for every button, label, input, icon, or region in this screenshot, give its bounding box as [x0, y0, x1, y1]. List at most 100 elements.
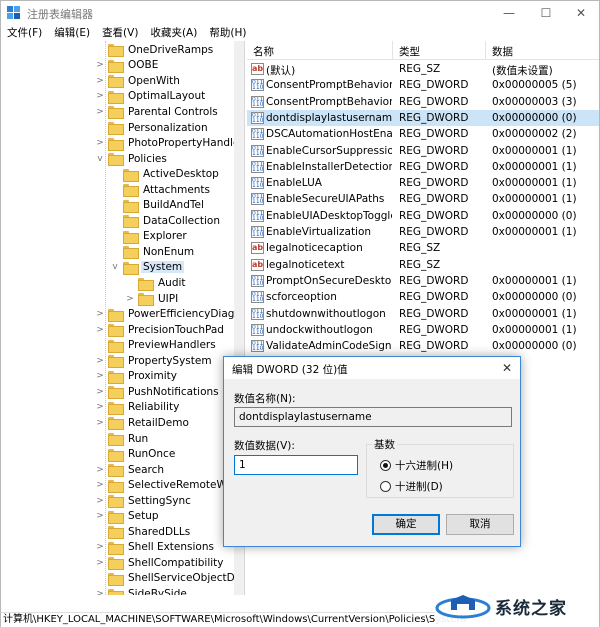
- maximize-button[interactable]: ☐: [528, 1, 564, 25]
- value-row[interactable]: 011 110 PromptOnSecureDesktop REG_DWORD 0x0…: [247, 273, 599, 289]
- value-row[interactable]: 011 110 undockwithoutlogon REG_DWORD 0x0000…: [247, 322, 599, 338]
- value-row[interactable]: 011 110DSCAutomationHostEnabl... REG_DWOR…: [247, 126, 599, 142]
- tree-item[interactable]: > PushNotifications: [95, 384, 221, 400]
- tree-item[interactable]: > Search: [95, 462, 166, 478]
- expand-chevron-icon[interactable]: >: [95, 402, 105, 412]
- tree-item[interactable]: Personalization: [95, 120, 210, 136]
- registry-editor-window: 注册表编辑器 — ☐ ✕ 文件(F) 编辑(E) 查看(V) 收藏夹(A) 帮助…: [0, 0, 600, 627]
- expand-chevron-icon[interactable]: >: [95, 480, 105, 490]
- expand-chevron-icon[interactable]: >: [95, 138, 105, 148]
- tree-item[interactable]: NonEnum: [110, 244, 196, 260]
- folder-icon: [108, 355, 124, 369]
- value-row[interactable]: 011 110 EnableInstallerDetection REG_DWORD…: [247, 159, 599, 175]
- expand-chevron-icon[interactable]: >: [95, 418, 105, 428]
- tree-item[interactable]: > RetailDemo: [95, 415, 191, 431]
- expand-chevron-icon[interactable]: >: [95, 91, 105, 101]
- value-row[interactable]: 011 110ConsentPromptBehaviorU... REG_DWOR…: [247, 94, 599, 110]
- tree-item[interactable]: ActiveDesktop: [110, 166, 221, 182]
- expand-chevron-icon[interactable]: >: [125, 294, 135, 304]
- ok-button[interactable]: 确定: [372, 514, 440, 535]
- expand-chevron-icon[interactable]: >: [95, 511, 105, 521]
- tree-item[interactable]: DataCollection: [110, 213, 222, 229]
- expand-chevron-icon[interactable]: >: [95, 387, 105, 397]
- value-row[interactable]: 011 110 dontdisplaylastusername REG_DWORD 0…: [247, 109, 599, 127]
- tree-item-label: SettingSync: [128, 494, 191, 507]
- hex-radio[interactable]: 十六进制(H): [380, 458, 453, 473]
- value-row[interactable]: 011 110ValidateAdminCodeSignat... REG_DWO…: [247, 338, 599, 354]
- hex-radio-dot[interactable]: [380, 460, 391, 471]
- header-name[interactable]: 名称: [253, 44, 274, 59]
- expand-chevron-icon[interactable]: v: [110, 262, 120, 272]
- tree-item[interactable]: > UIPI: [125, 291, 180, 307]
- menu-view[interactable]: 查看(V): [96, 25, 144, 41]
- dialog-close-icon[interactable]: ✕: [498, 359, 516, 377]
- expand-chevron-icon[interactable]: >: [95, 76, 105, 86]
- menu-edit[interactable]: 编辑(E): [48, 25, 96, 41]
- menu-file[interactable]: 文件(F): [1, 25, 48, 41]
- tree-item[interactable]: > Parental Controls: [95, 104, 220, 120]
- tree-item[interactable]: OneDriveRamps: [95, 42, 215, 58]
- value-row[interactable]: 011 110ConsentPromptBehaviorA... REG_DWOR…: [247, 77, 599, 93]
- tree-item[interactable]: > PropertySystem: [95, 353, 214, 369]
- tree-item[interactable]: ShellServiceObjectDela: [95, 571, 244, 587]
- expand-chevron-icon[interactable]: >: [95, 496, 105, 506]
- tree-item[interactable]: > Setup: [95, 509, 161, 525]
- value-row[interactable]: 011 110 EnableSecureUIAPaths REG_DWORD 0x00…: [247, 191, 599, 207]
- value-row[interactable]: 011 110 EnableLUA REG_DWORD 0x00000001 (1): [247, 175, 599, 191]
- tree-item[interactable]: > PowerEfficiencyDiagnos: [95, 306, 244, 322]
- header-divider[interactable]: [485, 41, 486, 60]
- value-data-input[interactable]: 1: [234, 455, 358, 475]
- value-row[interactable]: ab legalnoticetext REG_SZ: [247, 257, 599, 273]
- tree-item[interactable]: Run: [95, 431, 150, 447]
- expand-chevron-icon[interactable]: >: [95, 542, 105, 552]
- tree-item[interactable]: Audit: [125, 275, 188, 291]
- tree-item[interactable]: > OOBE: [95, 58, 160, 74]
- value-row[interactable]: ab legalnoticecaption REG_SZ: [247, 240, 599, 256]
- value-row[interactable]: 011 110 EnableCursorSuppression REG_DWORD 0…: [247, 143, 599, 159]
- tree-item[interactable]: > SettingSync: [95, 493, 193, 509]
- tree-item[interactable]: > OpenWith: [95, 73, 182, 89]
- value-row[interactable]: 011 110 scforceoption REG_DWORD 0x00000000 …: [247, 289, 599, 305]
- expand-chevron-icon[interactable]: >: [95, 558, 105, 568]
- tree-item[interactable]: > ShellCompatibility: [95, 555, 225, 571]
- tree-item[interactable]: > Shell Extensions: [95, 540, 216, 556]
- menu-favorites[interactable]: 收藏夹(A): [144, 25, 203, 41]
- expand-chevron-icon[interactable]: >: [95, 589, 105, 595]
- tree-item[interactable]: > SideBySide: [95, 586, 189, 595]
- tree-item[interactable]: RunOnce: [95, 446, 177, 462]
- cancel-button[interactable]: 取消: [446, 514, 514, 535]
- header-divider[interactable]: [392, 41, 393, 60]
- expand-chevron-icon[interactable]: >: [95, 107, 105, 117]
- tree-item[interactable]: Attachments: [110, 182, 212, 198]
- tree-item[interactable]: Explorer: [110, 229, 189, 245]
- minimize-button[interactable]: —: [491, 1, 527, 25]
- close-button[interactable]: ✕: [563, 1, 599, 25]
- value-row[interactable]: ab (默认) REG_SZ (数值未设置): [247, 61, 599, 77]
- header-type[interactable]: 类型: [399, 44, 420, 59]
- tree-item[interactable]: > Reliability: [95, 400, 181, 416]
- value-row[interactable]: 011 110 shutdownwithoutlogon REG_DWORD 0x00…: [247, 306, 599, 322]
- key-tree[interactable]: OneDriveRamps > OOBE > OpenWith > OptimalLayou…: [1, 41, 245, 595]
- tree-item[interactable]: v Policies: [95, 151, 169, 167]
- tree-item[interactable]: v System: [110, 260, 185, 276]
- expand-chevron-icon[interactable]: >: [95, 60, 105, 70]
- value-row[interactable]: 011 110 EnableVirtualization REG_DWORD 0x00…: [247, 224, 599, 240]
- expand-chevron-icon[interactable]: >: [95, 465, 105, 475]
- tree-item[interactable]: PreviewHandlers: [95, 337, 218, 353]
- tree-item[interactable]: > Proximity: [95, 369, 179, 385]
- dec-radio[interactable]: 十进制(D): [380, 479, 443, 494]
- expand-chevron-icon[interactable]: >: [95, 356, 105, 366]
- expand-chevron-icon[interactable]: >: [95, 371, 105, 381]
- tree-item[interactable]: > OptimalLayout: [95, 89, 207, 105]
- header-data[interactable]: 数据: [492, 44, 513, 59]
- dec-radio-dot[interactable]: [380, 481, 391, 492]
- value-row[interactable]: 011 110 EnableUIADesktopToggle REG_DWORD 0x…: [247, 208, 599, 224]
- expand-chevron-icon[interactable]: >: [95, 309, 105, 319]
- tree-item[interactable]: > PrecisionTouchPad: [95, 322, 226, 338]
- tree-item[interactable]: BuildAndTel: [110, 198, 206, 214]
- menu-help[interactable]: 帮助(H): [203, 25, 252, 41]
- expand-chevron-icon[interactable]: v: [95, 154, 105, 164]
- tree-item[interactable]: > PhotoPropertyHandler: [95, 135, 244, 151]
- tree-item[interactable]: SharedDLLs: [95, 524, 192, 540]
- expand-chevron-icon[interactable]: >: [95, 325, 105, 335]
